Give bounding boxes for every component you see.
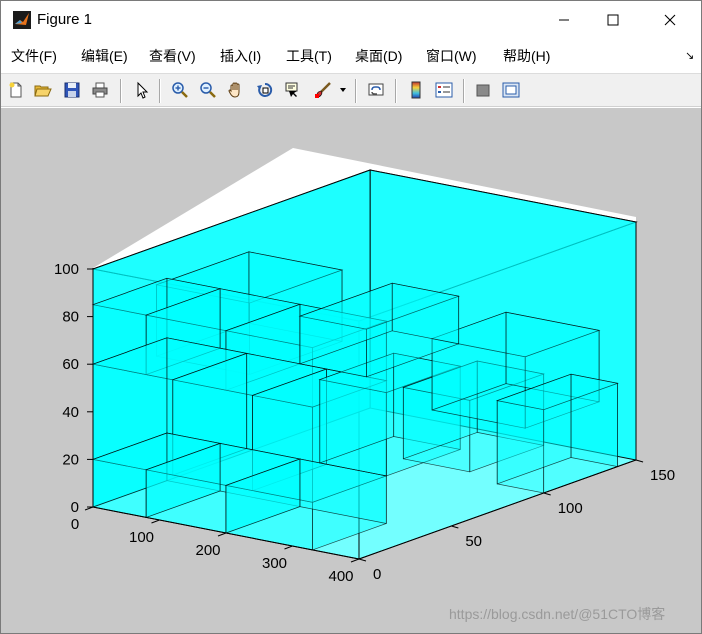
z-tick-label: 80	[62, 309, 79, 326]
maximize-icon	[607, 14, 619, 26]
y-tick-label: 100	[558, 500, 583, 517]
z-tick-label: 60	[62, 356, 79, 373]
y-tick-label: 150	[650, 467, 675, 484]
minimize-button[interactable]	[541, 1, 587, 39]
menu-help[interactable]: 帮助(H)	[503, 47, 550, 65]
toolbar-separator	[120, 79, 122, 103]
matlab-logo-icon	[13, 11, 31, 29]
x-tick-mark	[151, 519, 160, 524]
menu-view[interactable]: 查看(V)	[149, 47, 196, 65]
menu-bar: 文件(F) 编辑(E) 查看(V) 插入(I) 工具(T) 桌面(D) 窗口(W…	[1, 41, 701, 71]
brush-icon[interactable]	[312, 79, 334, 101]
figure-window: Figure 1 文件(F) 编辑(E) 查看(V) 插入(I) 工具(T) 桌…	[0, 0, 702, 634]
z-axis-ticks: 0 20 40 60 80 100	[54, 261, 93, 516]
menu-file[interactable]: 文件(F)	[11, 47, 57, 65]
close-icon	[664, 14, 676, 26]
y-tick-label: 0	[373, 566, 381, 583]
menu-tools[interactable]: 工具(T)	[286, 47, 332, 65]
maximize-button[interactable]	[590, 1, 636, 39]
x-tick-label: 0	[71, 516, 79, 533]
hide-plot-tools-icon[interactable]	[472, 79, 494, 101]
3d-box-plot[interactable]: 0 20 40 60 80 100 0 100 200 300 400 0 50 100 150	[1, 108, 701, 634]
x-tick-label: 300	[262, 555, 287, 572]
print-icon[interactable]	[89, 79, 111, 101]
pan-hand-icon[interactable]	[225, 79, 247, 101]
menu-desktop[interactable]: 桌面(D)	[355, 47, 402, 65]
window-title: Figure 1	[37, 11, 93, 28]
link-plot-icon[interactable]	[365, 79, 387, 101]
z-tick-label: 100	[54, 261, 79, 278]
menu-window[interactable]: 窗口(W)	[426, 47, 477, 65]
x-tick-label: 100	[129, 529, 154, 546]
x-tick-label: 400	[328, 568, 353, 585]
y-tick-mark	[451, 525, 459, 529]
menu-edit[interactable]: 编辑(E)	[81, 47, 128, 65]
toolbar-separator	[463, 79, 465, 103]
brush-dropdown-icon[interactable]	[336, 79, 350, 101]
title-bar[interactable]: Figure 1	[1, 1, 701, 39]
z-tick-label: 0	[71, 499, 79, 516]
toolbar-separator	[355, 79, 357, 103]
toolbar-separator	[395, 79, 397, 103]
show-plot-tools-icon[interactable]	[500, 79, 522, 101]
z-tick-label: 20	[62, 451, 79, 468]
dock-arrow-icon[interactable]: ↘	[685, 49, 694, 62]
y-tick-mark	[635, 459, 644, 463]
x-tick-mark	[284, 545, 293, 550]
zoom-out-icon[interactable]	[197, 79, 219, 101]
open-file-icon[interactable]	[32, 79, 54, 101]
zoom-in-icon[interactable]	[169, 79, 191, 101]
y-tick-label: 50	[465, 533, 482, 550]
cuboid-face	[570, 373, 618, 468]
edit-plot-arrow-icon[interactable]	[131, 79, 153, 101]
close-button[interactable]	[647, 1, 693, 39]
minimize-icon	[559, 19, 569, 21]
save-icon[interactable]	[61, 79, 83, 101]
toolbar	[1, 73, 701, 107]
y-tick-mark	[358, 558, 367, 562]
y-tick-mark	[543, 492, 551, 496]
rotate-3d-icon[interactable]	[254, 79, 276, 101]
watermark-text: https://blog.csdn.net/@51CTO博客	[449, 606, 666, 622]
toolbar-separator	[159, 79, 161, 103]
legend-icon[interactable]	[433, 79, 455, 101]
x-tick-label: 200	[195, 542, 220, 559]
new-figure-icon[interactable]	[5, 79, 27, 101]
data-cursor-icon[interactable]	[282, 79, 304, 101]
colorbar-icon[interactable]	[405, 79, 427, 101]
x-tick-mark	[350, 558, 360, 563]
menu-insert[interactable]: 插入(I)	[220, 47, 261, 65]
x-tick-mark	[217, 532, 227, 537]
figure-canvas[interactable]: 0 20 40 60 80 100 0 100 200 300 400 0 50 100 150	[1, 108, 701, 634]
z-tick-label: 40	[62, 404, 79, 421]
